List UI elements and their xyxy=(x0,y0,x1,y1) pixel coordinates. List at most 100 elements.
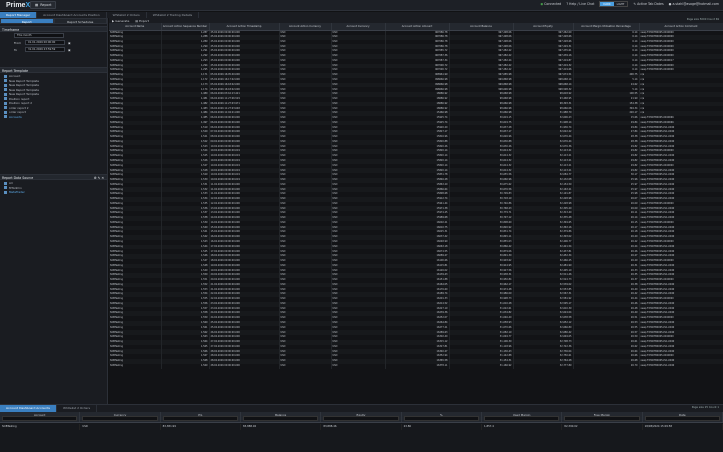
table-cell: 31,166.92 xyxy=(449,363,514,369)
bottom-header: Account Currency P/L Balance Equity% Used Mar… xyxy=(0,412,723,423)
bottom-column-header[interactable]: Free Margin xyxy=(562,412,643,422)
theme-light[interactable]: LIGHT xyxy=(614,2,628,6)
template-label: New Report Template xyxy=(9,87,39,92)
bottom-column-header[interactable]: % xyxy=(402,412,482,422)
brand-main: Prime xyxy=(6,1,26,9)
bottom-column-header[interactable]: Account xyxy=(0,412,81,422)
play-icon: ▶ xyxy=(112,18,115,23)
bottom-column-header[interactable]: Date xyxy=(643,412,723,422)
template-title: Report Template xyxy=(2,69,29,73)
table-cell: SOBTesting xyxy=(109,363,162,369)
column-header[interactable]: Account Currency xyxy=(331,23,386,31)
table-cell: USD xyxy=(279,363,332,369)
report-table: Account Name Account Action Sequence Numb… xyxy=(109,23,723,369)
file-icon xyxy=(4,92,7,96)
template-label: New Report Template xyxy=(9,78,39,83)
column-header[interactable]: Account Action Currency xyxy=(279,23,332,31)
left-panel: Report Report Schedules Timeframe This m… xyxy=(0,18,108,404)
bottom-cell: 83,888.46 xyxy=(321,424,402,430)
timeframe-title: Timeframe xyxy=(2,28,20,32)
theme-dark[interactable]: DARK xyxy=(600,2,614,6)
column-header[interactable]: Account Action Comment xyxy=(639,23,723,31)
bottom-cell: USD xyxy=(80,424,161,430)
export-button[interactable]: ▤ Export xyxy=(135,19,149,23)
tab-account-dashboard-accounts[interactable]: Account Dashboard Accounts xyxy=(0,405,57,412)
bottom-column-header[interactable]: P/L xyxy=(161,412,241,422)
from-label: From xyxy=(14,40,21,45)
table-cell: 28.02.2026 00:00:00.000 xyxy=(209,363,280,369)
column-header[interactable]: Account Equity xyxy=(513,23,574,31)
template-label: Position report xyxy=(9,96,30,101)
source-label: MetaTrader xyxy=(9,190,25,195)
grid-pager[interactable]: Page size 5000 Count 69 xyxy=(687,18,719,21)
grid-icon: ▦ xyxy=(35,3,39,7)
bottom-tabs: Account Dashboard Accounts Whitelist 2 O… xyxy=(0,405,723,412)
bottom-column-header[interactable]: Balance xyxy=(241,412,322,422)
to-field[interactable]: 31.01.2026 23:59:59 xyxy=(25,47,65,52)
column-header[interactable]: Account Action Amount xyxy=(385,23,450,31)
table-cell: 1,569 xyxy=(161,363,210,369)
table-cell: 16378.11 xyxy=(385,363,450,369)
column-header[interactable]: Account Name xyxy=(109,23,162,31)
column-header[interactable]: Account Balance xyxy=(449,23,514,31)
column-header[interactable]: Account Action Timestamp xyxy=(209,23,280,31)
top-bar: PrimeXM ▦Report ◉ Connected ? Help / Liv… xyxy=(0,0,723,11)
help-link[interactable]: ? Help / Live Chat xyxy=(566,2,594,6)
template-label: New Report Template xyxy=(9,92,39,97)
bottom-cell: 23.86 xyxy=(402,424,482,430)
table-cell: swap FXSWTB4005-PL1-0040 xyxy=(639,363,723,369)
template-label: Accounts xyxy=(9,114,22,119)
timeframe-select[interactable]: This month xyxy=(14,33,64,38)
template-label: order report xyxy=(9,110,26,115)
report-button[interactable]: Report xyxy=(0,18,54,24)
calendar-icon[interactable]: ▣ xyxy=(68,48,71,52)
help-icon: ? xyxy=(566,2,569,6)
help-label: Help / Live Chat xyxy=(569,2,595,6)
bottom-pager[interactable]: Page size 25 Count 1 xyxy=(692,406,719,409)
db-icon xyxy=(4,186,7,190)
table-row[interactable]: SOBTesting USD 83,381.99 83,888.92 83,888.46… xyxy=(0,424,723,430)
file-icon xyxy=(4,79,7,83)
table-row[interactable]: SOBTesting 1,569 28.02.2026 00:00:00.000 US… xyxy=(109,363,723,369)
tab-whitelist-orders-bottom[interactable]: Whitelist 2 Orders xyxy=(57,405,98,412)
theme-switch[interactable]: DARK LIGHT xyxy=(599,1,629,7)
file-icon xyxy=(4,97,7,101)
list-item-selected[interactable]: MetaTrader xyxy=(4,190,103,195)
pin-icon: ✎ xyxy=(633,2,637,6)
calendar-icon[interactable]: ▣ xyxy=(68,41,71,45)
main-grid-panel: ▶ Generate ▤ Export Page size 5000 Count… xyxy=(109,18,723,404)
from-field[interactable]: 01.01.2026 00:00:00 xyxy=(25,40,65,45)
bottom-cell: 83,888.92 xyxy=(241,424,322,430)
bottom-column-header[interactable]: Equity xyxy=(321,412,402,422)
report-nav-label: Report xyxy=(40,3,52,7)
file-icon xyxy=(4,106,7,110)
user-email: a.stahl@asage@hotmail.com xyxy=(672,2,719,6)
generate-button[interactable]: ▶ Generate xyxy=(112,19,129,23)
file-icon xyxy=(4,88,7,92)
report-schedules-button[interactable]: Report Schedules xyxy=(53,18,107,24)
bottom-column-header[interactable]: Currency xyxy=(80,412,161,422)
bottom-cell: 83,381.99 xyxy=(161,424,241,430)
export-label: Export xyxy=(139,18,149,23)
bottom-column-header[interactable]: Used Margin xyxy=(482,412,563,422)
column-header[interactable]: Account Action Sequence Number xyxy=(161,23,210,31)
generate-label: Generate xyxy=(115,18,130,23)
column-header[interactable]: Account Margin Utilisation Percentage xyxy=(573,23,640,31)
file-icon xyxy=(4,74,7,78)
connected-status: ◉ Connected xyxy=(540,2,561,6)
file-icon xyxy=(4,115,7,119)
app-logo[interactable]: PrimeXM xyxy=(0,1,36,9)
active-tab-label: Active Tab Dates xyxy=(637,2,664,6)
active-tab-dates[interactable]: ✎ Active Tab Dates xyxy=(633,2,663,6)
list-item-selected[interactable]: Accounts xyxy=(4,115,103,120)
report-nav-button[interactable]: ▦ Report xyxy=(30,1,57,9)
to-label: To xyxy=(14,47,17,52)
source-tools-icon[interactable]: ⚙ ✎ ✕ xyxy=(94,175,104,180)
source-label: MTAdmin xyxy=(9,185,22,190)
template-label: New Report Template xyxy=(9,83,39,88)
excel-icon: ▤ xyxy=(135,18,139,23)
table-cell: 26.70 xyxy=(573,363,640,369)
user-menu[interactable]: ● a.stahl@asage@hotmail.com xyxy=(669,2,719,6)
db-icon xyxy=(4,190,7,194)
bottom-cell: SOBTesting xyxy=(0,424,81,430)
